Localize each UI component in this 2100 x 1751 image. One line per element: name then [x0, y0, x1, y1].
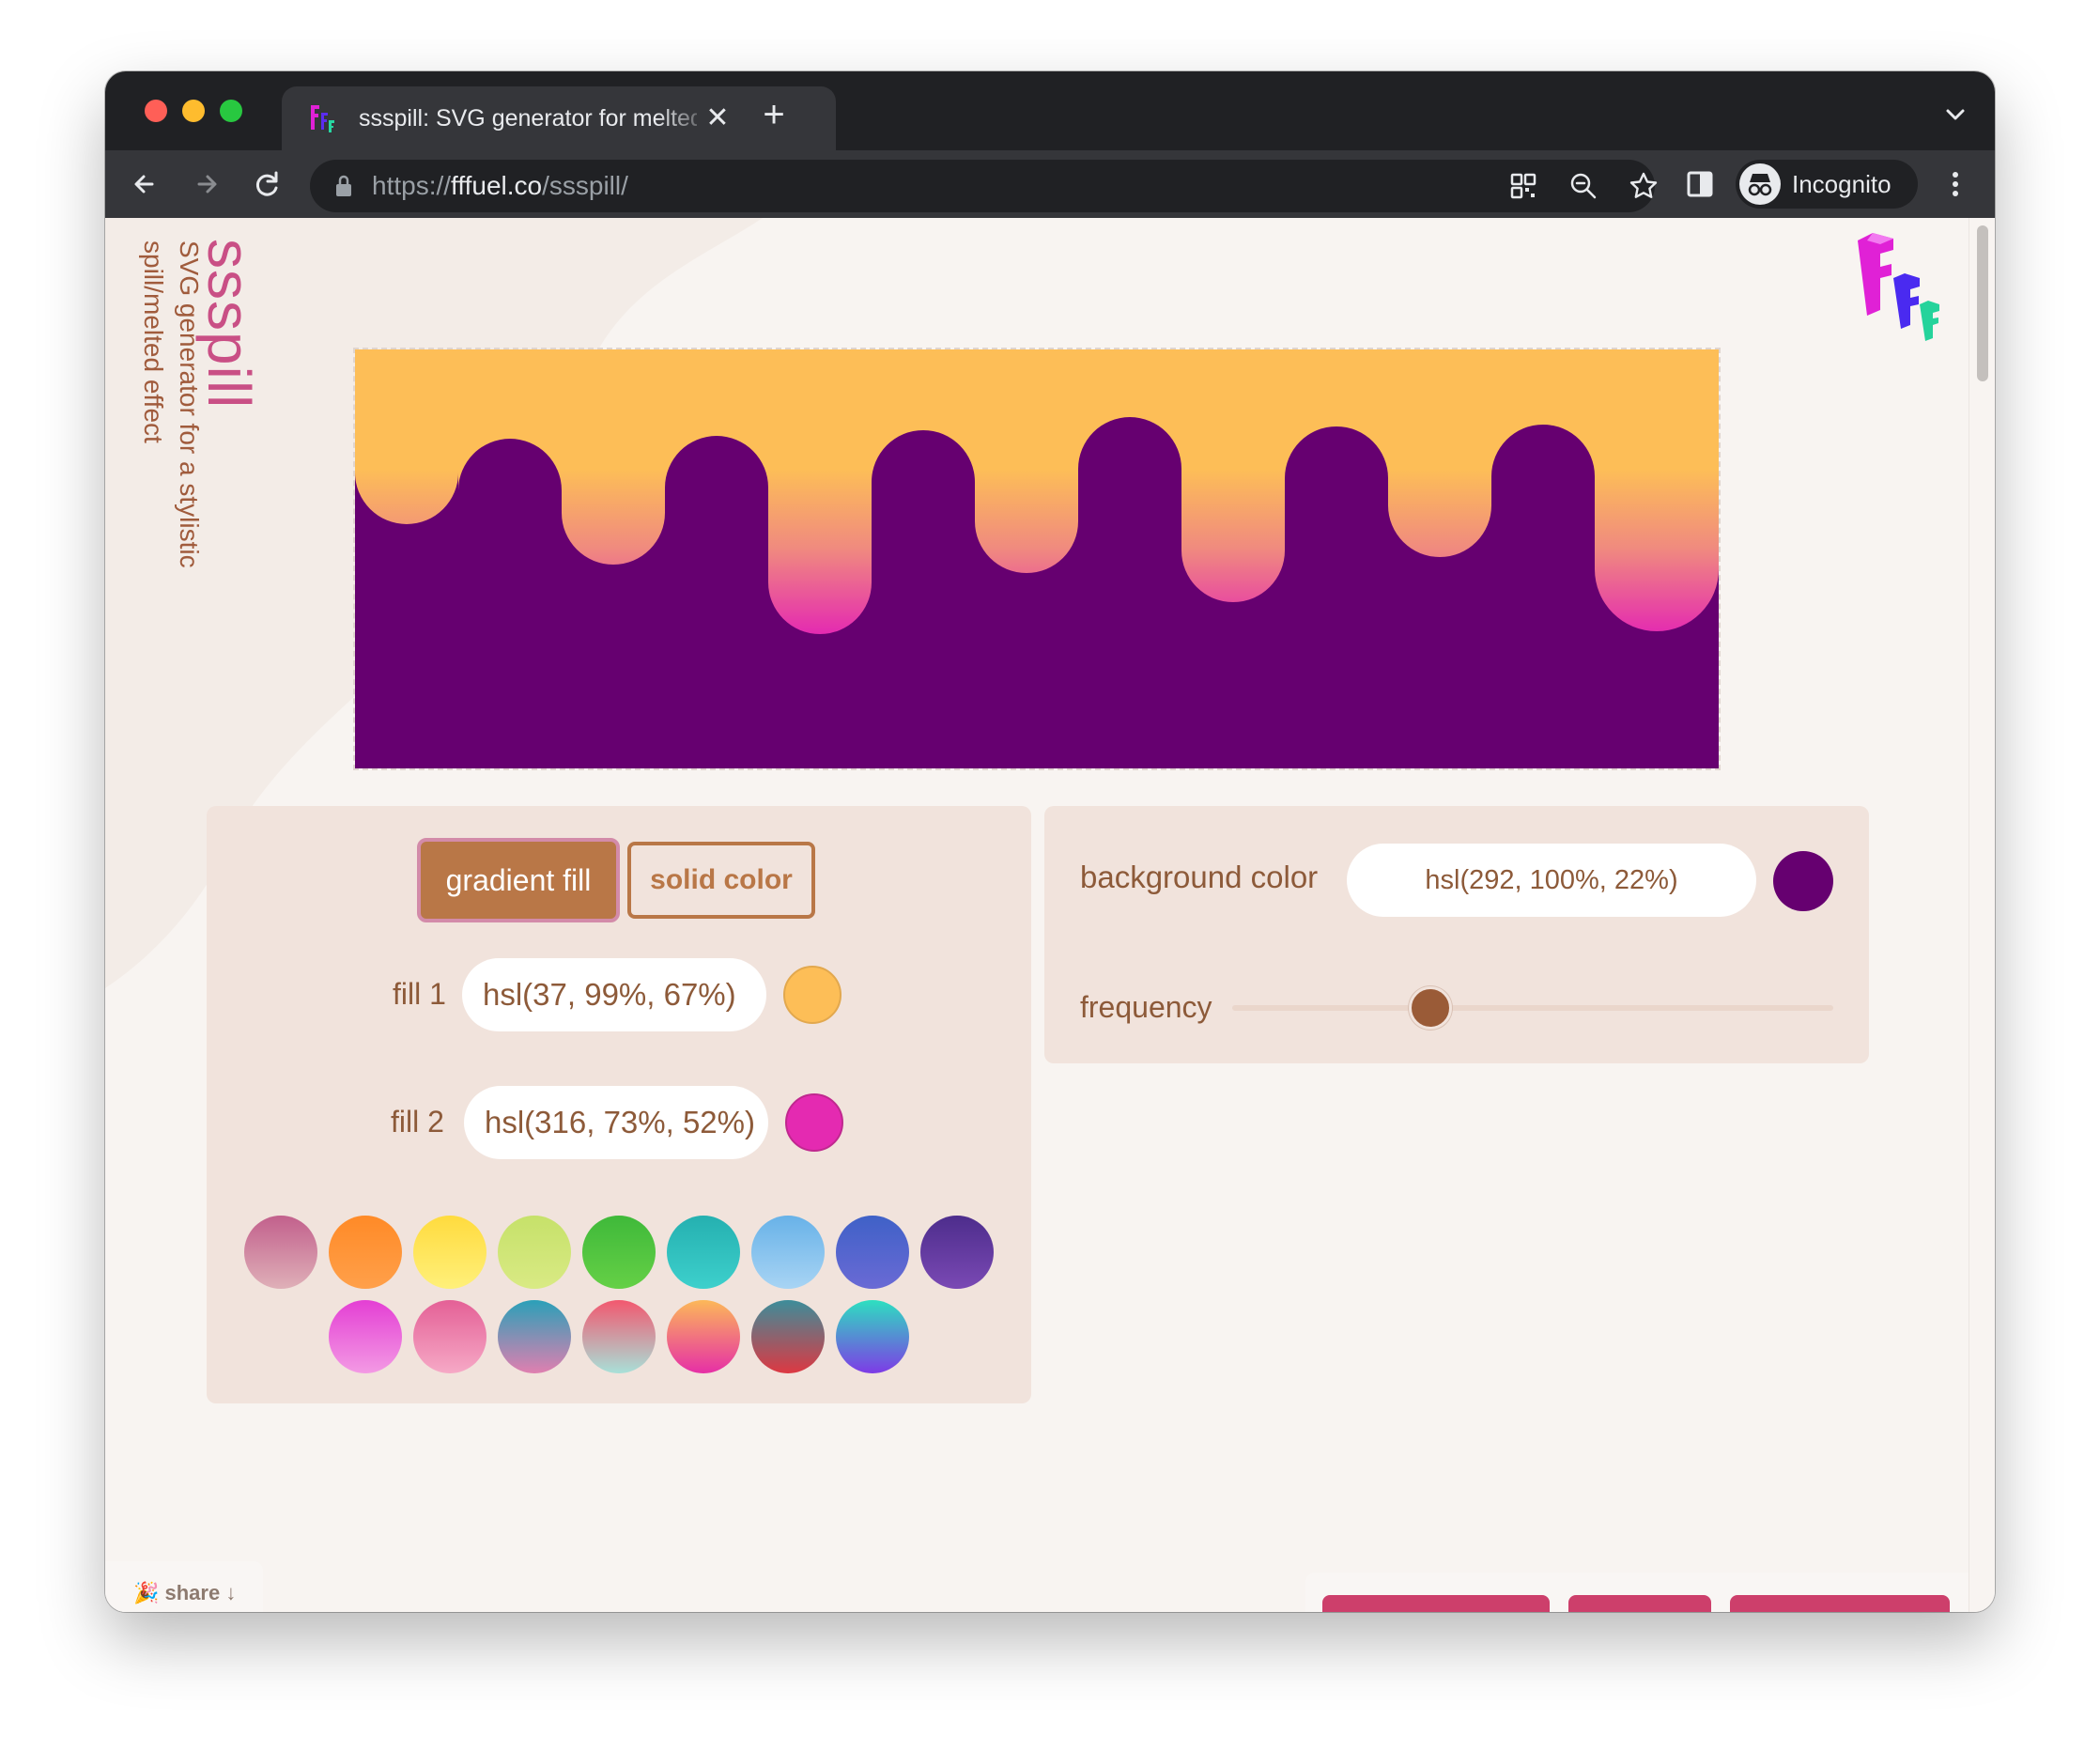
incognito-label: Incognito [1792, 170, 1892, 198]
fill2-color-swatch[interactable] [785, 1093, 843, 1152]
share-label: 🎉 share ↓ [133, 1581, 237, 1604]
browser-window: ssspill: SVG generator for melted ✕ + ht… [105, 71, 1995, 1612]
page-scrollbar[interactable] [1969, 218, 1995, 1612]
gradient-preset-row1-8[interactable] [836, 1216, 909, 1289]
lock-icon[interactable] [332, 173, 355, 199]
gradient-preset-row2-1[interactable] [329, 1300, 402, 1373]
incognito-icon [1739, 163, 1781, 205]
bookmark-star-icon[interactable] [1627, 169, 1660, 203]
gradient-preset-row1-9[interactable] [920, 1216, 994, 1289]
forward-arrow-icon[interactable] [186, 163, 227, 205]
share-widget: 🎉 share ↓ [105, 1561, 263, 1612]
back-arrow-icon[interactable] [124, 163, 165, 205]
copy-svg-button[interactable]: copy SVG [1730, 1595, 1950, 1612]
fill-settings-panel: gradient fill solid color fill 1 hsl(37,… [207, 806, 1031, 1403]
close-tab-icon[interactable]: ✕ [701, 100, 734, 137]
chevron-down-icon[interactable] [1937, 96, 1974, 133]
gradient-preset-row1-4[interactable] [498, 1216, 571, 1289]
page-subtitle: SVG generator for a stylistic spill/melte… [139, 240, 204, 568]
fffuel-favicon-icon [311, 105, 334, 132]
frequency-label: frequency [1080, 990, 1212, 1024]
new-tab-button[interactable]: + [753, 94, 795, 135]
gradient-preset-row2-3[interactable] [498, 1300, 571, 1373]
maximize-window-button[interactable] [220, 100, 242, 122]
fill2-label: fill 2 [391, 1105, 444, 1139]
gradient-preset-row2-6[interactable] [751, 1300, 825, 1373]
scrollbar-thumb[interactable] [1977, 225, 1988, 381]
fill2-input[interactable]: hsl(316, 73%, 52%) [464, 1086, 768, 1159]
gradient-preset-row1-5[interactable] [582, 1216, 656, 1289]
fffuel-logo-icon[interactable] [1854, 231, 1944, 349]
browser-toolbar: https://fffuel.co/ssspill/ Incognito [105, 150, 1995, 218]
page-viewport: ssspill SVG generator for a stylistic spi… [105, 218, 1995, 1612]
incognito-indicator[interactable]: Incognito [1736, 160, 1918, 209]
action-bar: randomize save copy SVG [1305, 1573, 1969, 1612]
gradient-preset-row1-6[interactable] [667, 1216, 740, 1289]
qr-code-icon[interactable] [1506, 169, 1540, 203]
minimize-window-button[interactable] [182, 100, 205, 122]
gradient-preset-row2-7[interactable] [836, 1300, 909, 1373]
fill1-label: fill 1 [393, 977, 446, 1011]
background-color-label: background color [1080, 860, 1319, 894]
address-bar[interactable]: https://fffuel.co/ssspill/ [310, 160, 1658, 212]
side-panel-icon[interactable] [1681, 165, 1719, 203]
gradient-preset-row1-2[interactable] [329, 1216, 402, 1289]
fill1-input[interactable]: hsl(37, 99%, 67%) [462, 958, 766, 1031]
background-color-swatch[interactable] [1773, 851, 1833, 911]
gradient-preset-row1-7[interactable] [751, 1216, 825, 1289]
gradient-fill-button[interactable]: gradient fill [417, 838, 620, 922]
gradient-preset-row2-5[interactable] [667, 1300, 740, 1373]
randomize-button[interactable]: randomize [1322, 1595, 1550, 1612]
background-color-input[interactable]: hsl(292, 100%, 22%) [1347, 844, 1756, 917]
fill1-color-swatch[interactable] [783, 966, 842, 1024]
frequency-slider-track[interactable] [1232, 1005, 1833, 1011]
tab-bar: ssspill: SVG generator for melted ✕ + [105, 71, 1995, 150]
save-button[interactable]: save [1568, 1595, 1711, 1612]
svg-preview [353, 348, 1721, 770]
url-text: https://fffuel.co/ssspill/ [372, 171, 628, 200]
close-window-button[interactable] [145, 100, 167, 122]
browser-menu-icon[interactable] [1937, 165, 1974, 203]
gradient-preset-row2-4[interactable] [582, 1300, 656, 1373]
gradient-preset-row1-3[interactable] [413, 1216, 486, 1289]
background-settings-panel: background color hsl(292, 100%, 22%) fre… [1044, 806, 1869, 1063]
tab-title: ssspill: SVG generator for melted [359, 105, 697, 132]
spill-preview-graphic [355, 349, 1719, 768]
zoom-icon[interactable] [1567, 169, 1600, 203]
reload-icon[interactable] [246, 163, 287, 205]
gradient-preset-row1-1[interactable] [244, 1216, 317, 1289]
solid-color-button[interactable]: solid color [627, 842, 815, 919]
gradient-preset-row2-2[interactable] [413, 1300, 486, 1373]
frequency-slider-thumb[interactable] [1409, 986, 1453, 1030]
